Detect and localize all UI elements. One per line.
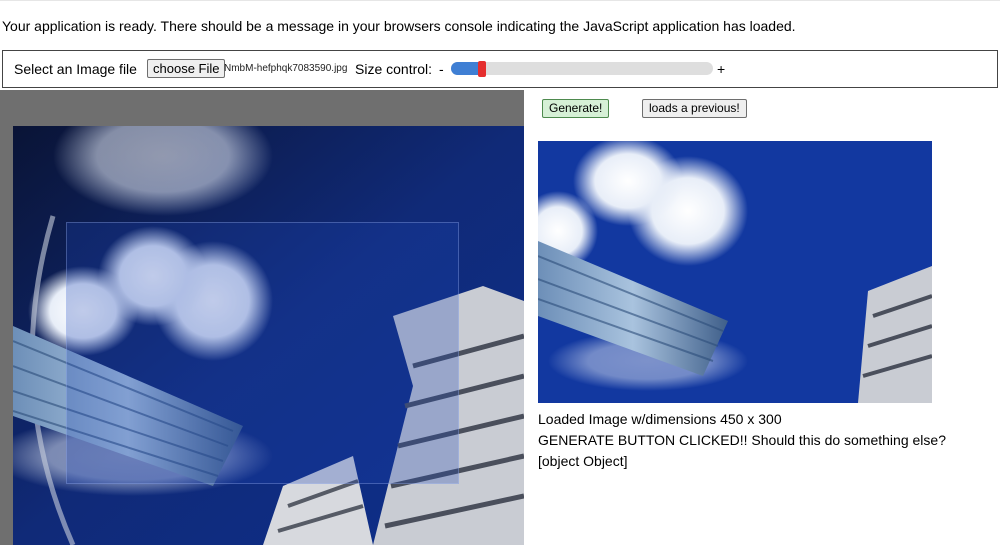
select-image-label: Select an Image file [14,61,137,77]
load-previous-button[interactable]: loads a previous! [642,99,747,118]
log-line: [object Object] [538,453,628,469]
size-minus-label: - [439,61,444,77]
image-dimensions-text: Loaded Image w/dimensions 450 x 300 [538,411,782,427]
status-message: Your application is ready. There should … [2,18,796,34]
image-canvas[interactable] [0,90,524,545]
generate-button[interactable]: Generate! [542,99,610,118]
top-divider [0,0,1000,1]
size-control-label: Size control: [355,61,433,77]
log-line: GENERATE BUTTON CLICKED!! Should this do… [538,432,946,448]
preview-image [538,141,932,403]
selected-file-name: NmbM-hefphqk7083590.jpg [224,63,348,74]
control-bar: Select an Image file choose File NmbM-he… [2,50,998,88]
size-plus-label: + [717,61,726,77]
choose-file-button[interactable]: choose File [147,59,226,78]
size-slider[interactable] [451,61,713,77]
size-slider-thumb[interactable] [478,61,486,77]
crop-selection-rect[interactable] [66,222,459,484]
